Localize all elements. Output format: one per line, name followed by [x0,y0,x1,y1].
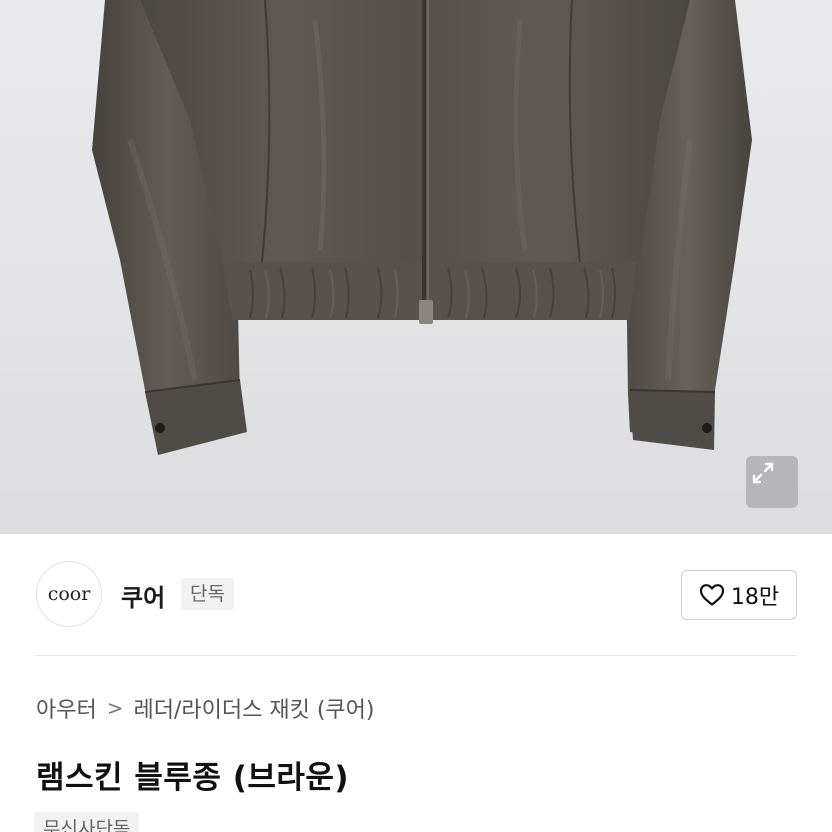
divider [36,655,797,656]
brand-logo-text: coor [47,583,91,605]
exclusive-store-badge: 무신사단독 [34,812,140,832]
like-button[interactable]: 18만 [681,570,797,620]
product-title: 램스킨 블루종 (브라운) [36,760,350,796]
brand-name[interactable]: 쿠어 [121,578,165,613]
breadcrumb-category[interactable]: 아우터 [36,692,97,724]
product-image[interactable] [0,0,832,534]
exclusive-badge: 단독 [181,578,234,610]
brand-logo[interactable]: coor [36,561,102,627]
breadcrumb: 아우터 > 레더/라이더스 재킷 (쿠어) [36,692,374,724]
breadcrumb-separator: > [106,696,124,720]
heart-outline-icon [699,584,724,606]
expand-arrows-icon [752,462,774,484]
brand-row: coor 쿠어 단독 18만 [0,534,832,654]
expand-image-button[interactable] [746,456,798,508]
jacket-illustration [92,0,752,455]
breadcrumb-subcategory[interactable]: 레더/라이더스 재킷 (쿠어) [134,692,375,724]
like-count: 18만 [730,585,780,610]
